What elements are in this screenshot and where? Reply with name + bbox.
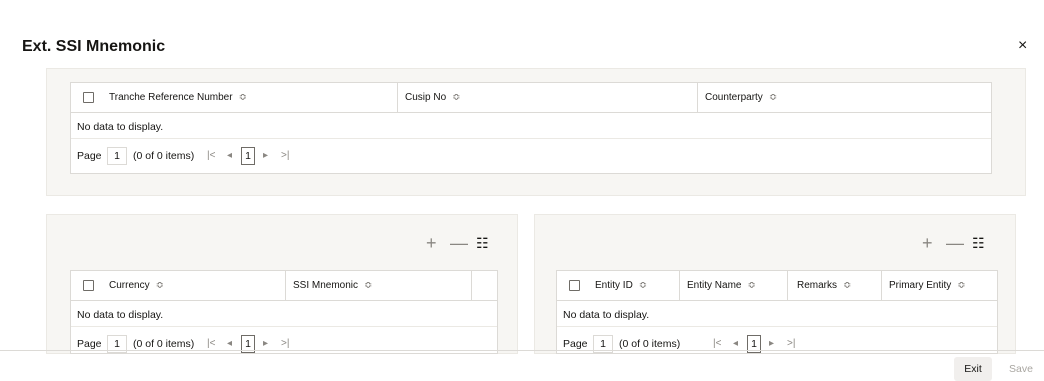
exit-button[interactable]: Exit [954,357,992,381]
column-divider [881,271,882,301]
column-entity-name[interactable]: Entity Name ≎ [687,271,756,301]
column-primary-entity[interactable]: Primary Entity ≎ [889,271,966,301]
item-count: (0 of 0 items) [619,338,681,350]
save-button[interactable]: Save [1004,357,1038,381]
sort-icon[interactable]: ≎ [843,280,851,291]
column-cusip-no[interactable]: Cusip No ≎ [405,83,461,113]
last-page-icon[interactable]: >| [787,338,795,349]
delete-row-icon[interactable]: — [450,234,468,252]
ext-ssi-mnemonic-dialog: Ext. SSI Mnemonic × Tranche Reference Nu… [0,0,1044,381]
sort-icon[interactable]: ≎ [452,92,460,103]
entity-table: Entity ID ≎ Entity Name ≎ Remarks ≎ Primary… [556,270,998,354]
table-header: Tranche Reference Number ≎ Cusip No ≎ Coun… [71,83,991,113]
sort-icon[interactable]: ≎ [364,280,372,291]
select-all-checkbox[interactable] [83,280,94,291]
first-page-icon[interactable]: |< [713,338,721,349]
item-count: (0 of 0 items) [133,150,195,162]
sort-icon[interactable]: ≎ [156,280,164,291]
column-remarks[interactable]: Remarks ≎ [797,271,851,301]
column-divider [397,83,398,113]
column-divider [285,271,286,301]
next-page-icon[interactable]: ▸ [769,338,774,349]
column-divider [679,271,680,301]
first-page-icon[interactable]: |< [207,338,215,349]
select-all-checkbox[interactable] [83,92,94,103]
currency-table: Currency ≎ SSI Mnemonic ≎ No data to displ… [70,270,498,354]
close-icon[interactable]: × [1018,38,1027,54]
previous-page-icon[interactable]: ◂ [733,338,738,349]
previous-page-icon[interactable]: ◂ [227,338,232,349]
row-divider [71,138,991,139]
column-divider [697,83,698,113]
column-label: Cusip No [405,92,447,103]
footer-divider [0,350,1044,351]
next-page-icon[interactable]: ▸ [263,150,268,161]
single-record-view-icon[interactable]: ☷ [476,236,489,250]
column-label: Entity ID [595,280,633,291]
table-header: Currency ≎ SSI Mnemonic ≎ [71,271,497,301]
add-row-icon[interactable]: + [922,234,933,252]
column-label: Primary Entity [889,280,952,291]
item-count: (0 of 0 items) [133,338,195,350]
empty-message: No data to display. [77,121,164,133]
sort-icon[interactable]: ≎ [239,92,247,103]
sort-icon[interactable]: ≎ [747,280,755,291]
empty-message: No data to display. [563,309,650,321]
column-label: Tranche Reference Number [109,92,233,103]
currency-toolbar: + — ☷ [426,234,496,254]
last-page-icon[interactable]: >| [281,338,289,349]
previous-page-icon[interactable]: ◂ [227,150,232,161]
column-currency[interactable]: Currency ≎ [109,271,164,301]
column-counterparty[interactable]: Counterparty ≎ [705,83,777,113]
first-page-icon[interactable]: |< [207,150,215,161]
delete-row-icon[interactable]: — [946,234,964,252]
current-page-button[interactable]: 1 [241,147,255,165]
column-label: Counterparty [705,92,763,103]
column-ssi-mnemonic[interactable]: SSI Mnemonic ≎ [293,271,372,301]
tranche-table: Tranche Reference Number ≎ Cusip No ≎ Coun… [70,82,992,174]
column-label: Entity Name [687,280,742,291]
row-divider [557,326,997,327]
single-record-view-icon[interactable]: ☷ [972,236,985,250]
page-label: Page [563,338,588,350]
column-tranche-reference-number[interactable]: Tranche Reference Number ≎ [109,83,247,113]
empty-message: No data to display. [77,309,164,321]
entity-toolbar: + — ☷ [922,234,992,254]
last-page-icon[interactable]: >| [281,150,289,161]
column-label: SSI Mnemonic [293,280,359,291]
dialog-title: Ext. SSI Mnemonic [22,38,166,55]
column-label: Currency [109,280,150,291]
page-number-input[interactable]: 1 [107,147,127,165]
column-divider [787,271,788,301]
add-row-icon[interactable]: + [426,234,437,252]
sort-icon[interactable]: ≎ [957,280,965,291]
page-label: Page [77,338,102,350]
column-label: Remarks [797,280,838,291]
column-divider [471,271,472,301]
next-page-icon[interactable]: ▸ [263,338,268,349]
sort-icon[interactable]: ≎ [769,92,777,103]
row-divider [71,326,497,327]
page-label: Page [77,150,102,162]
table-header: Entity ID ≎ Entity Name ≎ Remarks ≎ Primary… [557,271,997,301]
sort-icon[interactable]: ≎ [639,280,647,291]
column-entity-id[interactable]: Entity ID ≎ [595,271,647,301]
select-all-checkbox[interactable] [569,280,580,291]
